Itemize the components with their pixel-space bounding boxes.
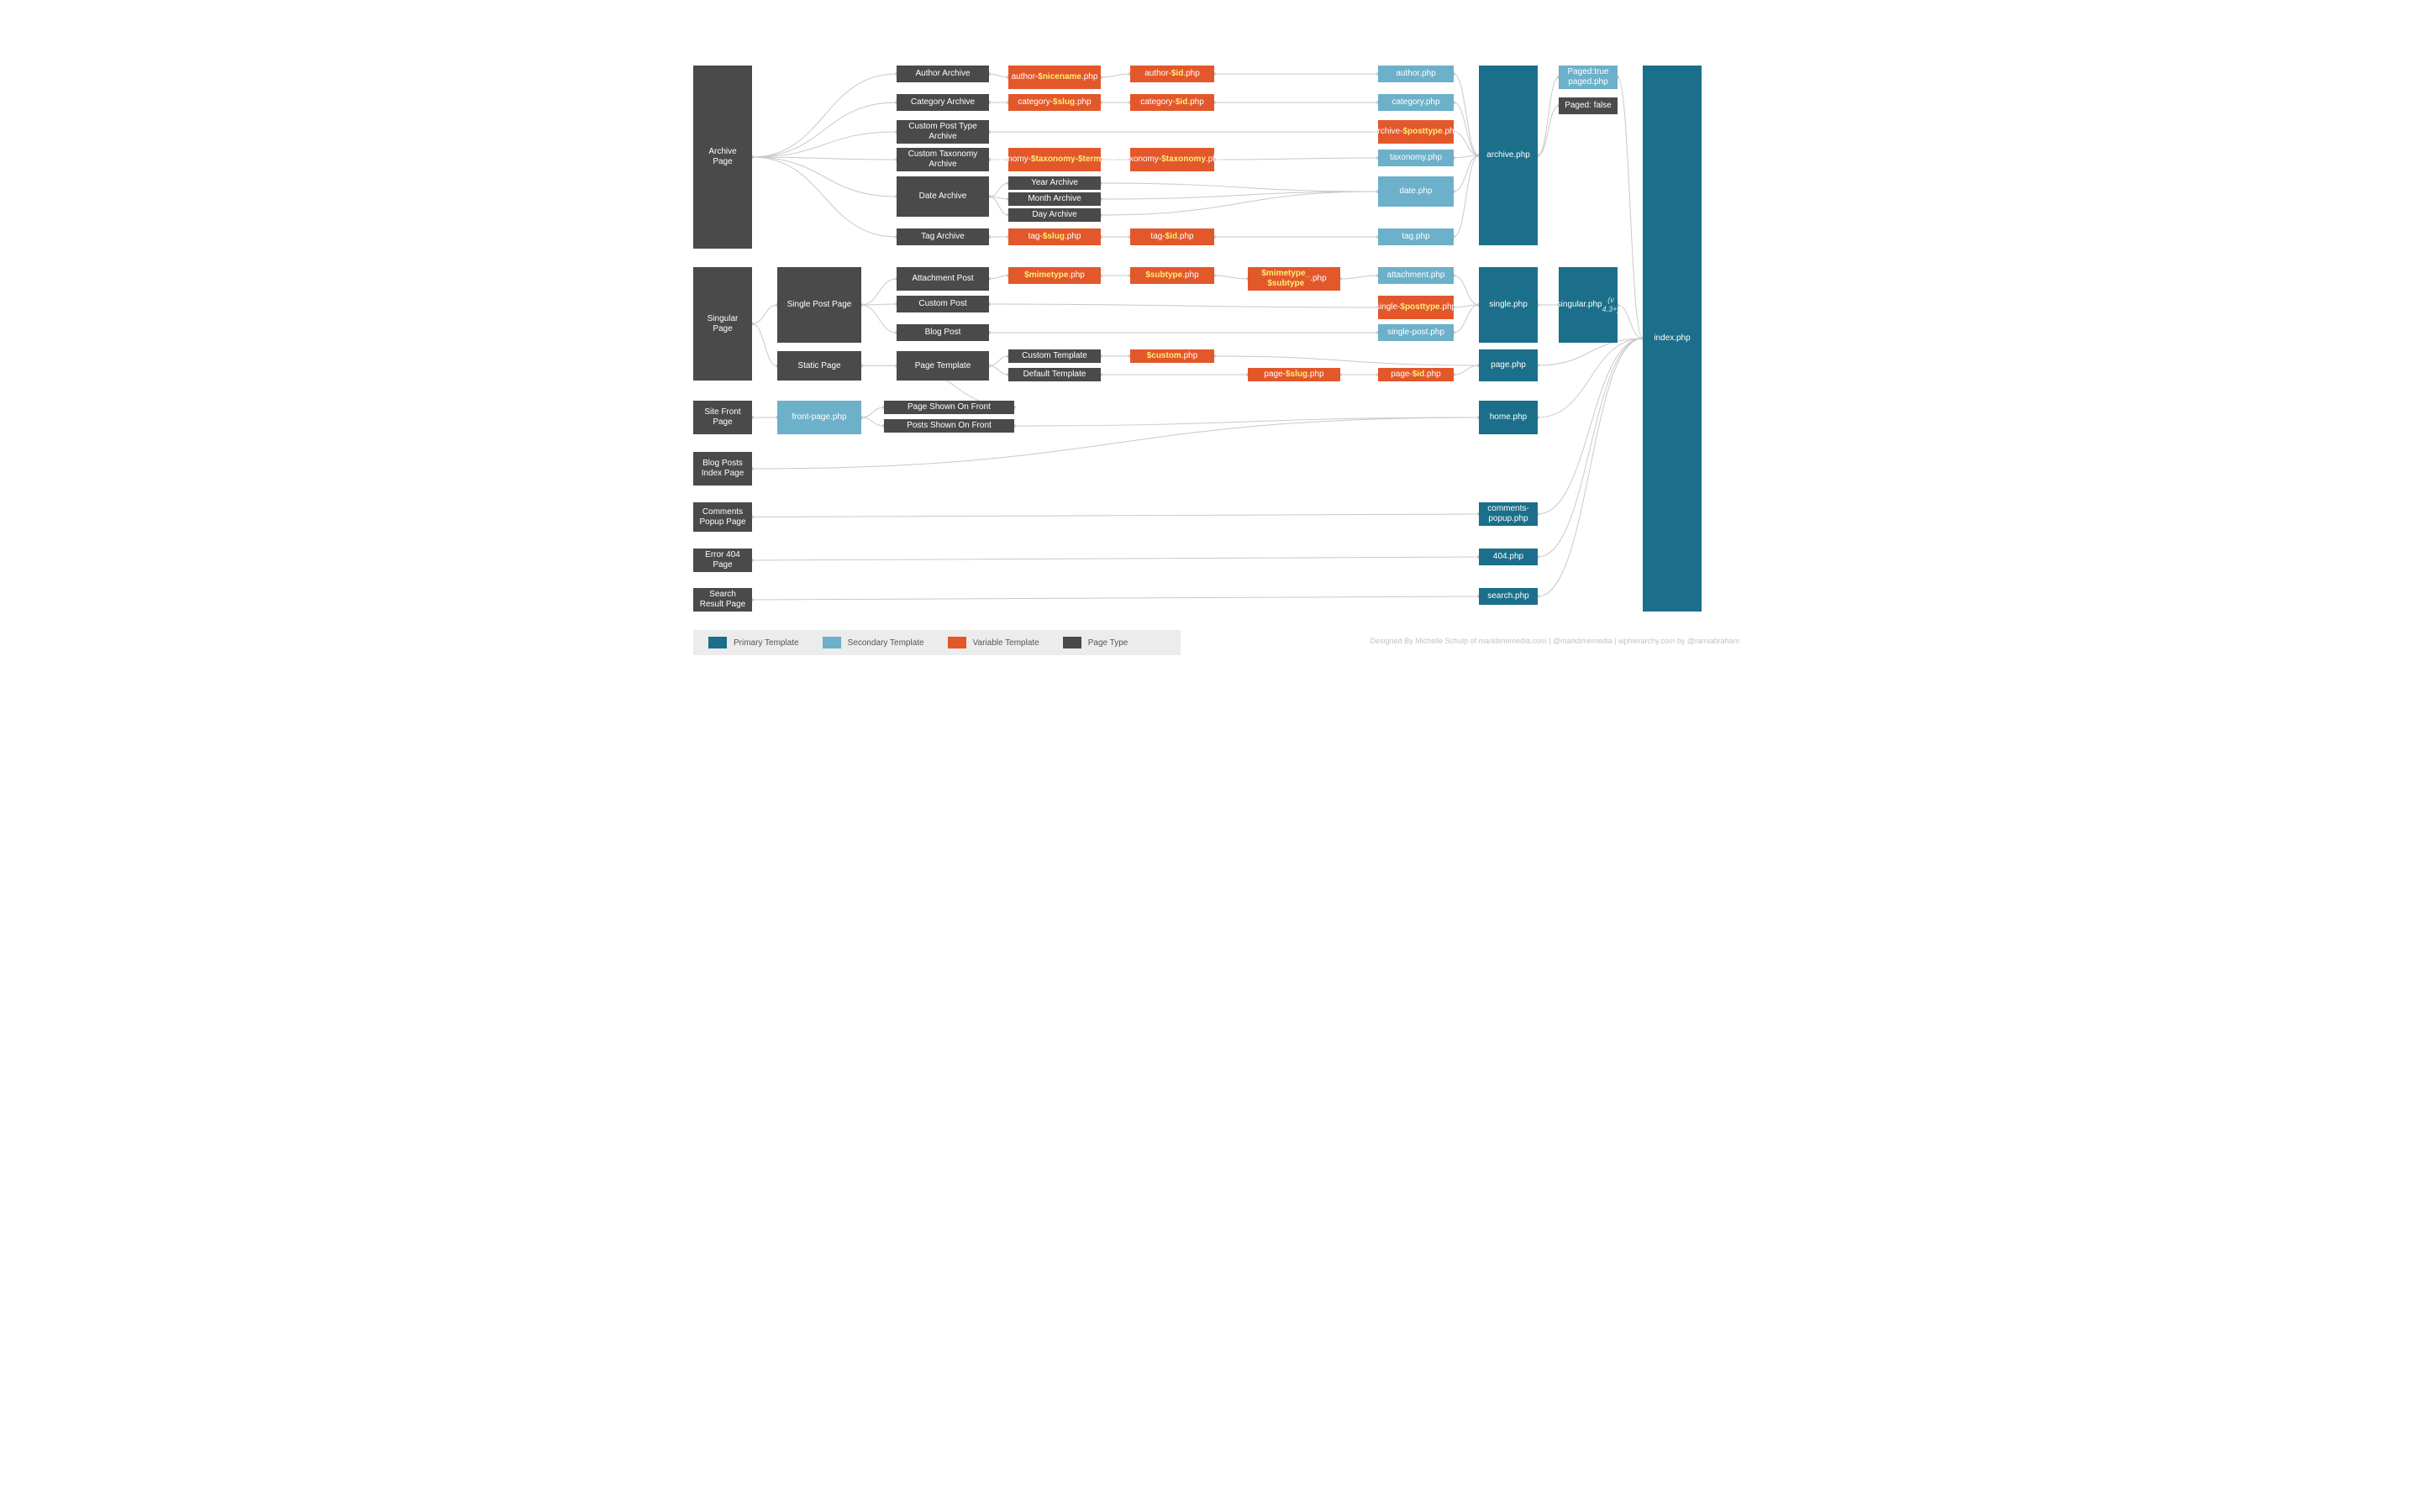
home-php: home.php (1479, 401, 1538, 434)
single-post-page: Single Post Page (777, 267, 861, 343)
archive-page: Archive Page (693, 66, 752, 249)
page-template: Page Template (897, 351, 989, 381)
page-slug: page-$slug.php (1248, 368, 1340, 381)
tag-slug: tag-$slug.php (1008, 228, 1101, 245)
archive-php: archive.php (1479, 66, 1538, 245)
custom-template: Custom Template (1008, 349, 1101, 363)
taxonomy-term: taxonomy-$taxonomy-$term.php (1008, 148, 1101, 171)
page-id: page-$id.php (1378, 368, 1454, 381)
mimetype-php: $mimetype.php (1008, 267, 1101, 284)
blog-post: Blog Post (897, 324, 989, 341)
single-post-php: single-post.php (1378, 324, 1454, 341)
date-archive: Date Archive (897, 176, 989, 217)
search-result-page: Search Result Page (693, 588, 752, 612)
custom-post: Custom Post (897, 296, 989, 312)
tag-id: tag-$id.php (1130, 228, 1214, 245)
single-posttype: single-$posttype.php (1378, 296, 1454, 319)
singular-php: singular.php(v 4.3+) (1559, 267, 1618, 343)
error-404-page: Error 404 Page (693, 549, 752, 572)
static-page: Static Page (777, 351, 861, 381)
comments-popup-page: Comments Popup Page (693, 502, 752, 532)
404-php: 404.php (1479, 549, 1538, 565)
subtype-php: $subtype.php (1130, 267, 1214, 284)
day-archive: Day Archive (1008, 208, 1101, 222)
front-page-php: front-page.php (777, 401, 861, 434)
attachment-php: attachment.php (1378, 267, 1454, 284)
index-php: index.php (1643, 66, 1702, 612)
legend: Primary Template Secondary Template Vari… (693, 630, 1181, 655)
archive-posttype: archive-$posttype.php (1378, 120, 1454, 144)
singular-page: Singular Page (693, 267, 752, 381)
category-php: category.php (1378, 94, 1454, 111)
site-front-page: Site Front Page (693, 401, 752, 434)
credit-text: Designed By Michelle Schulp of marktimem… (1370, 637, 1739, 645)
search-php: search.php (1479, 588, 1538, 605)
tag-archive: Tag Archive (897, 228, 989, 245)
cpt-archive: Custom Post Type Archive (897, 120, 989, 144)
author-archive: Author Archive (897, 66, 989, 82)
month-archive: Month Archive (1008, 192, 1101, 206)
category-id: category-$id.php (1130, 94, 1214, 111)
author-nicename: author-$nicename.php (1008, 66, 1101, 89)
category-slug: category-$slug.php (1008, 94, 1101, 111)
paged-false: Paged: false (1559, 97, 1618, 114)
year-archive: Year Archive (1008, 176, 1101, 190)
page-php: page.php (1479, 349, 1538, 381)
author-php: author.php (1378, 66, 1454, 82)
legend-pagetype: Page Type (1063, 637, 1128, 648)
tag-php: tag.php (1378, 228, 1454, 245)
date-php: date.php (1378, 176, 1454, 207)
legend-primary: Primary Template (708, 637, 799, 648)
author-id: author-$id.php (1130, 66, 1214, 82)
taxonomy-taxonomy: taxonomy-$taxonomy.php (1130, 148, 1214, 171)
category-archive: Category Archive (897, 94, 989, 111)
posts-shown-on-front: Posts Shown On Front (884, 419, 1014, 433)
mimetype-subtype-php: $mimetype_$subtype.php (1248, 267, 1340, 291)
page-shown-on-front: Page Shown On Front (884, 401, 1014, 414)
legend-secondary: Secondary Template (823, 637, 924, 648)
taxonomy-php: taxonomy.php (1378, 150, 1454, 166)
custom-php: $custom.php (1130, 349, 1214, 363)
blog-posts-index-page: Blog Posts Index Page (693, 452, 752, 486)
custom-taxonomy-archive: Custom Taxonomy Archive (897, 148, 989, 171)
paged-true: Paged:truepaged.php (1559, 66, 1618, 89)
single-php: single.php (1479, 267, 1538, 343)
comments-popup-php: comments-popup.php (1479, 502, 1538, 526)
default-template: Default Template (1008, 368, 1101, 381)
legend-variable: Variable Template (948, 637, 1039, 648)
attachment-post: Attachment Post (897, 267, 989, 291)
